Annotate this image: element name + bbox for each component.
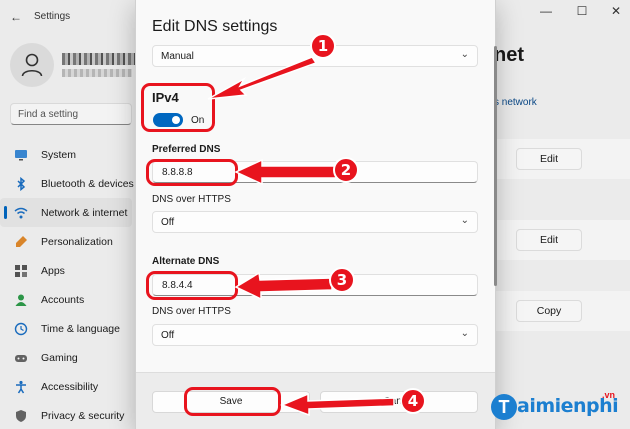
ipv4-highlight bbox=[141, 83, 215, 132]
edit-dns-dialog: Edit DNS settings Manual ⌄ IPv4 On Prefe… bbox=[135, 0, 497, 429]
chevron-down-icon: ⌄ bbox=[460, 215, 469, 226]
alternate-dns-label: Alternate DNS bbox=[152, 256, 220, 267]
dialog-title: Edit DNS settings bbox=[152, 18, 278, 35]
save-highlight bbox=[184, 387, 281, 416]
taimienphi-watermark: T aimienphi .vn bbox=[491, 390, 627, 424]
step-badge-4: 4 bbox=[400, 388, 426, 414]
step-badge-3: 3 bbox=[329, 267, 355, 293]
alternate-dns-highlight bbox=[146, 271, 238, 300]
watermark-suffix: .vn bbox=[602, 390, 616, 400]
alternate-dns-over-https-label: DNS over HTTPS bbox=[152, 306, 231, 317]
chevron-down-icon: ⌄ bbox=[460, 328, 469, 339]
preferred-dns-over-https-select[interactable]: Off ⌄ bbox=[152, 211, 478, 233]
taimienphi-logo: T bbox=[491, 394, 517, 420]
cancel-button[interactable]: Cancel bbox=[320, 391, 478, 413]
preferred-dns-highlight bbox=[146, 159, 238, 186]
step-badge-2: 2 bbox=[333, 157, 359, 183]
dialog-scrollbar[interactable] bbox=[494, 46, 497, 286]
step-badge-1: 1 bbox=[310, 33, 336, 59]
alternate-dns-over-https-select[interactable]: Off ⌄ bbox=[152, 324, 478, 346]
preferred-dns-label: Preferred DNS bbox=[152, 144, 221, 155]
chevron-down-icon: ⌄ bbox=[460, 49, 469, 60]
preferred-dns-over-https-label: DNS over HTTPS bbox=[152, 194, 231, 205]
